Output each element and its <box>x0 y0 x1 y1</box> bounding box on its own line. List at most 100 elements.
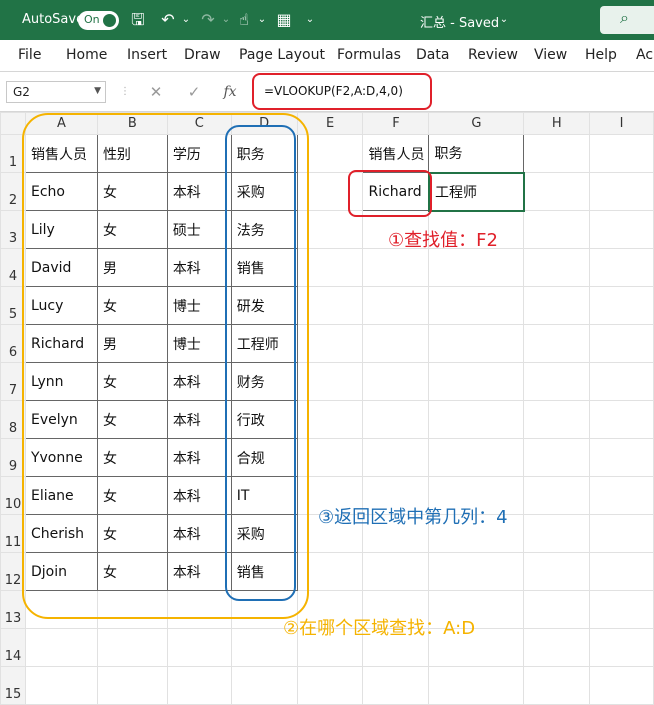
cell-i15[interactable] <box>589 666 654 705</box>
cell-i5[interactable] <box>589 286 654 325</box>
menu-data[interactable]: Data <box>416 47 449 63</box>
menu-formulas[interactable]: Formulas <box>337 47 401 63</box>
cell-b5[interactable]: 女 <box>96 286 168 325</box>
menu-draw[interactable]: Draw <box>184 47 221 63</box>
cell-a8[interactable]: Evelyn <box>24 400 98 439</box>
cell-c15[interactable] <box>166 666 232 705</box>
row-header-13[interactable]: 13 <box>0 590 26 629</box>
row-header-10[interactable]: 10 <box>0 476 26 515</box>
column-header-d[interactable]: D <box>230 112 298 135</box>
cell-h3[interactable] <box>523 210 591 249</box>
cell-f4[interactable] <box>362 248 430 287</box>
cell-c1[interactable]: 学历 <box>166 134 232 173</box>
menu-file[interactable]: File <box>18 47 41 63</box>
cell-e5[interactable] <box>296 286 364 325</box>
cell-i11[interactable] <box>589 514 654 553</box>
row-header-7[interactable]: 7 <box>0 362 26 401</box>
enter-icon[interactable]: ✓ <box>184 82 204 102</box>
cell-a14[interactable] <box>24 628 98 667</box>
insert-function-icon[interactable]: fx <box>220 82 240 102</box>
row-header-6[interactable]: 6 <box>0 324 26 363</box>
cell-e1[interactable] <box>296 134 364 173</box>
cell-a1[interactable]: 销售人员 <box>24 134 98 173</box>
cell-f7[interactable] <box>362 362 430 401</box>
cell-f5[interactable] <box>362 286 430 325</box>
cell-f9[interactable] <box>362 438 430 477</box>
cell-g4[interactable] <box>428 248 525 287</box>
cell-f2[interactable]: Richard <box>362 172 430 211</box>
cell-c14[interactable] <box>166 628 232 667</box>
column-header-h[interactable]: H <box>523 112 591 135</box>
cell-d7[interactable]: 财务 <box>230 362 298 401</box>
cell-e9[interactable] <box>296 438 364 477</box>
autosave-toggle[interactable]: On <box>78 11 119 30</box>
document-title[interactable]: 汇总 - Saved <box>420 12 499 31</box>
cell-h1[interactable] <box>523 134 591 173</box>
cell-a7[interactable]: Lynn <box>24 362 98 401</box>
save-icon[interactable]: 🖫 <box>128 10 148 30</box>
cell-i13[interactable] <box>589 590 654 629</box>
cell-g12[interactable] <box>428 552 525 591</box>
cell-c4[interactable]: 本科 <box>166 248 232 287</box>
menu-home[interactable]: Home <box>66 47 107 63</box>
cell-g7[interactable] <box>428 362 525 401</box>
row-header-8[interactable]: 8 <box>0 400 26 439</box>
cell-e2[interactable] <box>296 172 364 211</box>
cell-c10[interactable]: 本科 <box>166 476 232 515</box>
search-box[interactable]: ⌕ <box>600 6 654 34</box>
cell-a4[interactable]: David <box>24 248 98 287</box>
cell-e3[interactable] <box>296 210 364 249</box>
cell-c8[interactable]: 本科 <box>166 400 232 439</box>
cell-b8[interactable]: 女 <box>96 400 168 439</box>
menu-view[interactable]: View <box>534 47 567 63</box>
row-header-2[interactable]: 2 <box>0 172 26 211</box>
cell-a11[interactable]: Cherish <box>24 514 98 553</box>
cell-f12[interactable] <box>362 552 430 591</box>
cell-d10[interactable]: IT <box>230 476 298 515</box>
cell-i12[interactable] <box>589 552 654 591</box>
row-header-11[interactable]: 11 <box>0 514 26 553</box>
cell-a5[interactable]: Lucy <box>24 286 98 325</box>
cell-i3[interactable] <box>589 210 654 249</box>
cell-f6[interactable] <box>362 324 430 363</box>
undo-icon[interactable]: ↶ <box>158 10 178 30</box>
cell-h14[interactable] <box>523 628 591 667</box>
cell-b3[interactable]: 女 <box>96 210 168 249</box>
menu-acrobat[interactable]: Acr <box>636 47 654 63</box>
cell-d6[interactable]: 工程师 <box>230 324 298 363</box>
cell-e15[interactable] <box>296 666 364 705</box>
cell-h12[interactable] <box>523 552 591 591</box>
cell-i9[interactable] <box>589 438 654 477</box>
cancel-icon[interactable]: ✕ <box>146 82 166 102</box>
cell-h9[interactable] <box>523 438 591 477</box>
row-header-3[interactable]: 3 <box>0 210 26 249</box>
touch-mode-icon[interactable]: ☝ <box>234 10 254 30</box>
column-header-g[interactable]: G <box>428 112 525 135</box>
row-header-1[interactable]: 1 <box>0 134 26 173</box>
cell-c7[interactable]: 本科 <box>166 362 232 401</box>
form-icon[interactable]: ▦ <box>274 10 294 30</box>
cell-b13[interactable] <box>96 590 168 629</box>
cell-g9[interactable] <box>428 438 525 477</box>
cell-b6[interactable]: 男 <box>96 324 168 363</box>
undo-dropdown-icon[interactable]: ⌄ <box>176 10 196 30</box>
cell-d12[interactable]: 销售 <box>230 552 298 591</box>
cell-f1[interactable]: 销售人员 <box>362 134 430 173</box>
redo-dropdown-icon[interactable]: ⌄ <box>216 10 236 30</box>
cell-c13[interactable] <box>166 590 232 629</box>
cell-h11[interactable] <box>523 514 591 553</box>
cell-a2[interactable]: Echo <box>24 172 98 211</box>
cell-f8[interactable] <box>362 400 430 439</box>
cell-c11[interactable]: 本科 <box>166 514 232 553</box>
column-header-a[interactable]: A <box>24 112 98 135</box>
cell-a3[interactable]: Lily <box>24 210 98 249</box>
customize-toolbar-icon[interactable]: ⌄ <box>300 10 320 30</box>
cell-b1[interactable]: 性别 <box>96 134 168 173</box>
cell-b4[interactable]: 男 <box>96 248 168 287</box>
cell-i4[interactable] <box>589 248 654 287</box>
cell-h6[interactable] <box>523 324 591 363</box>
cell-b14[interactable] <box>96 628 168 667</box>
row-header-5[interactable]: 5 <box>0 286 26 325</box>
column-header-i[interactable]: I <box>589 112 654 135</box>
cell-b12[interactable]: 女 <box>96 552 168 591</box>
